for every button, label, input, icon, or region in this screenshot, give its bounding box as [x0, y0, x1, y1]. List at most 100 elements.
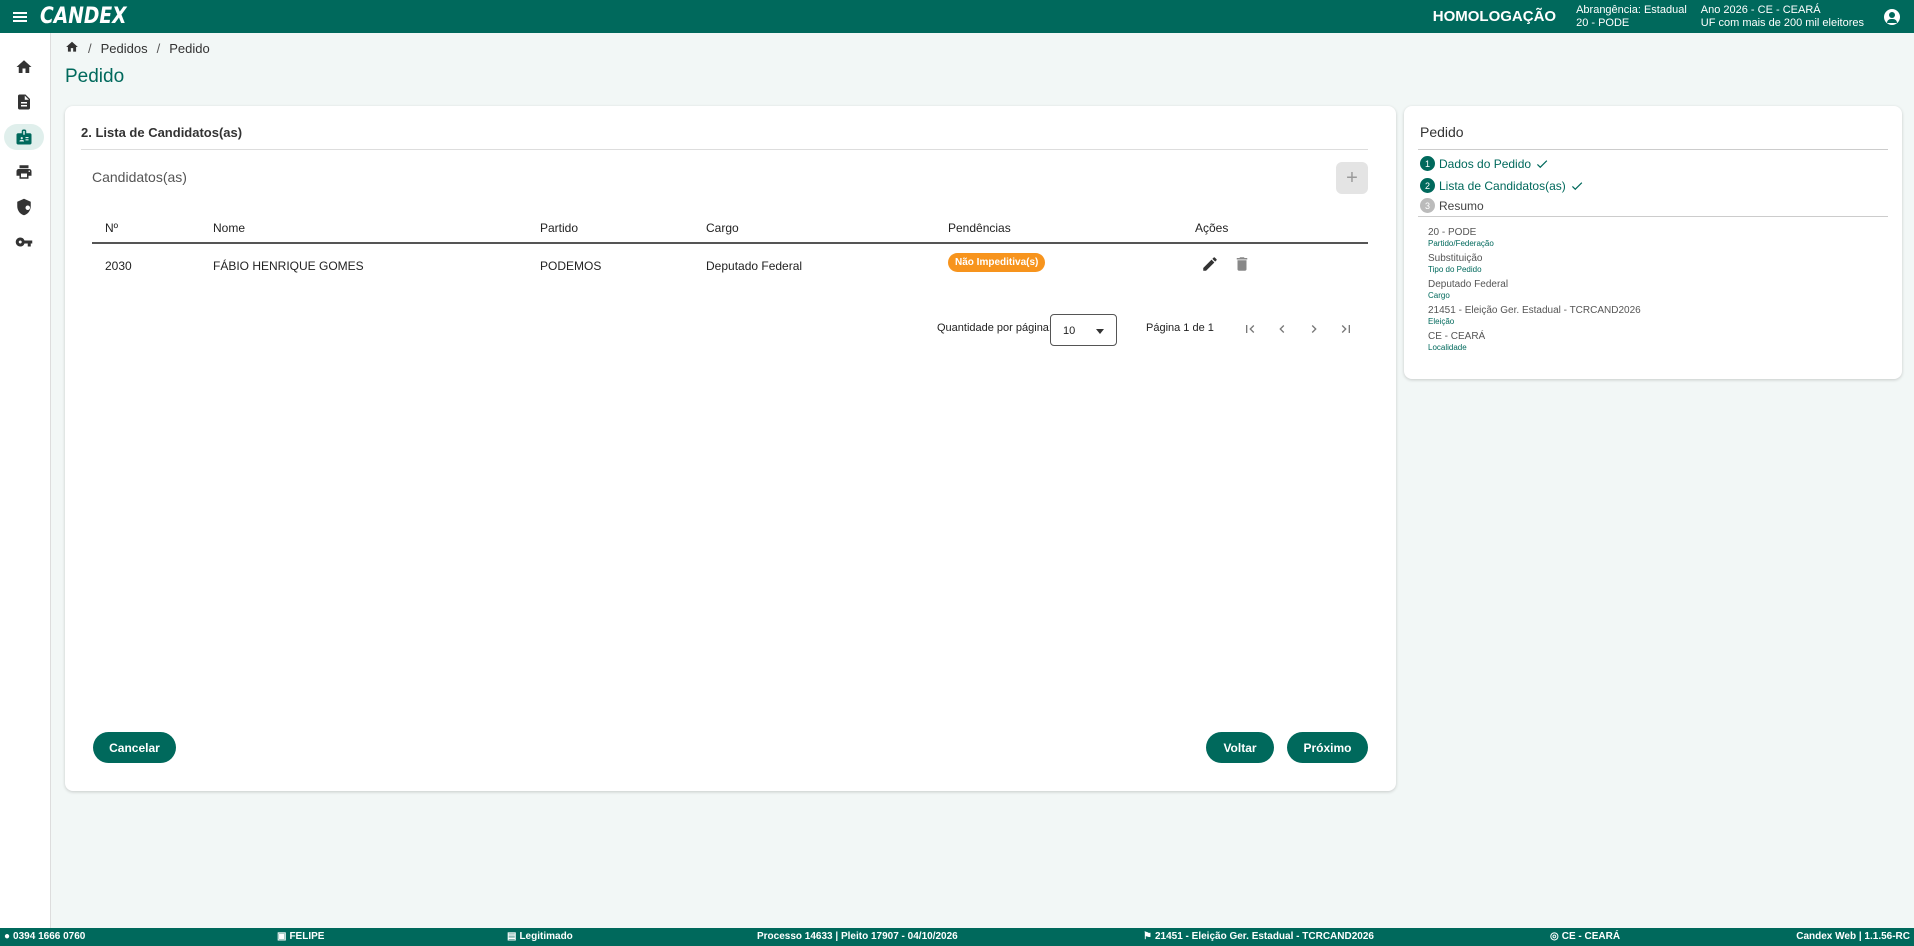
summary-detail-tipo: Substituição Tipo do Pedido — [1428, 253, 1482, 275]
step-number: 2 — [1420, 178, 1435, 193]
globe-icon: ◎ — [1550, 931, 1559, 942]
sidebar-item-documents[interactable] — [4, 89, 44, 115]
sidebar-item-home[interactable] — [4, 54, 44, 80]
step-label: Dados do Pedido — [1439, 156, 1532, 171]
detail-value: Deputado Federal — [1428, 279, 1509, 290]
pendency-badge[interactable]: Não Impeditiva(s) — [948, 253, 1046, 272]
divider — [81, 149, 1368, 150]
step-dados-pedido[interactable]: 1 Dados do Pedido — [1420, 156, 1549, 171]
divider — [1418, 149, 1888, 150]
app-logo[interactable]: CANDEX — [40, 4, 127, 29]
cell-cargo: Deputado Federal — [706, 259, 803, 273]
footer-user: ▣ FELIPE — [277, 931, 325, 942]
key-icon — [15, 237, 33, 247]
footer-cpf: ● 0394 1666 0760 — [4, 931, 86, 942]
check-icon — [1571, 181, 1582, 190]
cell-partido: PODEMOS — [540, 259, 602, 273]
sidebar — [0, 33, 51, 928]
cell-nome: FÁBIO HENRIQUE GOMES — [213, 259, 364, 273]
column-header-pendencias[interactable]: Pendências — [948, 221, 1011, 235]
chevron-left-icon — [1279, 325, 1285, 333]
summary-card: Pedido 1 Dados do Pedido 2 Lista de Cand… — [1404, 106, 1902, 379]
step-resumo[interactable]: 3 Resumo — [1420, 198, 1484, 213]
detail-label: Cargo — [1428, 291, 1450, 300]
detail-label: Localidade — [1428, 343, 1467, 352]
page-title: Pedido — [65, 66, 125, 87]
home-icon — [66, 41, 78, 52]
id-badge-icon — [16, 129, 32, 145]
step-lista-candidatos[interactable]: 2 Lista de Candidatos(as) — [1420, 178, 1584, 193]
summary-detail-partido: 20 - PODE Partido/Federação — [1428, 227, 1494, 249]
breadcrumb-separator: / — [88, 41, 92, 56]
detail-value: Substituição — [1428, 253, 1483, 264]
breadcrumb-item-pedidos[interactable]: Pedidos — [101, 41, 148, 56]
summary-detail-cargo: Deputado Federal Cargo — [1428, 279, 1508, 301]
candidates-card: 2. Lista de Candidatos(as) Candidatos(as… — [65, 106, 1396, 791]
breadcrumb-item-pedido[interactable]: Pedido — [169, 41, 209, 56]
id-card-icon: ▣ — [277, 931, 287, 942]
last-page-icon — [1341, 325, 1350, 333]
sidebar-item-keys[interactable] — [4, 229, 44, 255]
footer-processo: Processo 14633 | Pleito 17907 - 04/10/20… — [757, 931, 958, 942]
environment-label: HOMOLOGAÇÃO — [1432, 8, 1557, 25]
document-icon — [18, 94, 30, 110]
previous-page-button[interactable] — [1274, 321, 1290, 337]
trash-icon — [1236, 257, 1248, 271]
delete-button[interactable] — [1233, 255, 1251, 273]
printer-icon — [16, 165, 32, 179]
footer-role: ▤ Legitimado — [507, 931, 573, 942]
candidates-subtitle: Candidatos(as) — [92, 169, 187, 185]
top-app-bar: CANDEX HOMOLOGAÇÃO Abrangência: Estadual… — [0, 0, 1914, 33]
page-info: Página 1 de 1 — [1146, 322, 1214, 334]
add-candidate-button[interactable]: + — [1336, 162, 1368, 194]
menu-button[interactable] — [0, 0, 40, 33]
footer-version: Candex Web | 1.1.56-RC — [1796, 931, 1910, 942]
edit-button[interactable] — [1201, 255, 1219, 273]
divider — [1418, 216, 1888, 217]
section-title: 2. Lista de Candidatos(as) — [81, 125, 243, 140]
briefcase-icon: ▤ — [507, 931, 517, 942]
candidates-table: Nº Nome Partido Cargo Pendências Ações 2… — [92, 210, 1368, 284]
column-header-acoes: Ações — [1195, 221, 1229, 235]
detail-value: CE - CEARÁ — [1428, 331, 1486, 342]
next-page-button[interactable] — [1306, 321, 1322, 337]
breadcrumb-separator: / — [156, 41, 161, 56]
detail-label: Partido/Federação — [1428, 239, 1494, 248]
breadcrumb-home[interactable] — [65, 40, 79, 57]
column-header-numero[interactable]: Nº — [105, 221, 118, 235]
detail-label: Tipo do Pedido — [1428, 265, 1482, 274]
account-icon[interactable] — [1884, 8, 1900, 25]
year-info: Ano 2026 - CE - CEARÁ UF com mais de 200… — [1701, 4, 1864, 30]
first-page-button[interactable] — [1242, 321, 1258, 337]
pencil-icon — [1203, 257, 1217, 271]
column-header-cargo[interactable]: Cargo — [706, 221, 739, 235]
cancel-button[interactable]: Cancelar — [93, 732, 176, 763]
scope-info: Abrangência: Estadual 20 - PODE — [1576, 4, 1687, 30]
chevron-right-icon — [1311, 325, 1317, 333]
party-text: 20 - PODE — [1576, 16, 1630, 29]
first-page-icon — [1246, 325, 1255, 333]
back-button[interactable]: Voltar — [1206, 732, 1274, 763]
pagination: Quantidade por página: 10 Página 1 de 1 — [65, 311, 1396, 346]
per-page-label: Quantidade por página: — [937, 322, 1052, 334]
summary-detail-localidade: CE - CEARÁ Localidade — [1428, 331, 1485, 353]
step-number: 3 — [1420, 198, 1435, 213]
column-header-nome[interactable]: Nome — [213, 221, 245, 235]
sidebar-item-candidates[interactable] — [4, 124, 44, 150]
home-icon — [16, 60, 32, 73]
per-page-select[interactable]: 10 — [1050, 314, 1117, 346]
summary-title: Pedido — [1420, 124, 1464, 140]
next-button[interactable]: Próximo — [1287, 732, 1368, 763]
last-page-button[interactable] — [1338, 321, 1354, 337]
uf-info-text: UF com mais de 200 mil eleitores — [1700, 16, 1864, 29]
column-header-partido[interactable]: Partido — [540, 221, 578, 235]
flag-icon: ⚑ — [1143, 931, 1152, 942]
cell-numero: 2030 — [105, 259, 132, 273]
status-bar: ● 0394 1666 0760 ▣ FELIPE ▤ Legitimado Proc… — [0, 928, 1914, 946]
sidebar-item-security[interactable] — [4, 194, 44, 220]
sidebar-item-print[interactable] — [4, 159, 44, 185]
table-header: Nº Nome Partido Cargo Pendências Ações — [92, 210, 1368, 244]
footer-uf: ◎ CE - CEARÁ — [1550, 931, 1621, 942]
year-text: Ano 2026 - CE - CEARÁ — [1700, 3, 1821, 16]
step-number: 1 — [1420, 156, 1435, 171]
